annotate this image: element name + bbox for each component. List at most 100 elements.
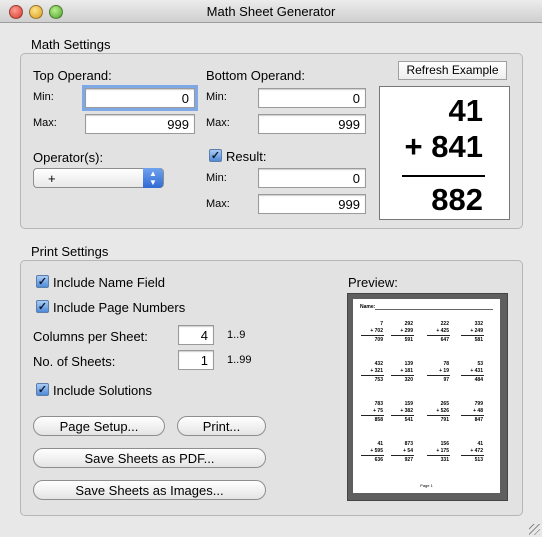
preview-problem-answer: 753	[374, 377, 383, 383]
bottom-max-field[interactable]: 999	[258, 114, 366, 134]
preview-problem-divider	[427, 335, 450, 336]
result-min-label: Min:	[206, 172, 227, 184]
preview-problem-bottom: + 526	[436, 408, 449, 414]
preview-problem-divider	[361, 335, 384, 336]
operator-label: Operator(s):	[33, 150, 104, 165]
window-title: Math Sheet Generator	[206, 4, 336, 19]
result-max-field[interactable]: 999	[258, 194, 366, 214]
top-min-label: Min:	[33, 91, 54, 103]
example-divider	[402, 175, 485, 177]
print-settings-title: Print Settings	[31, 244, 109, 259]
sheets-field[interactable]: 1	[178, 350, 214, 370]
save-images-button[interactable]: Save Sheets as Images...	[33, 480, 266, 500]
bottom-min-label: Min:	[206, 91, 227, 103]
preview-problem-bottom: + 75	[373, 408, 383, 414]
preview-problem-divider	[427, 415, 450, 416]
preview-problem-divider	[461, 335, 484, 336]
preview-problem-answer: 847	[474, 417, 483, 423]
columns-field[interactable]: 4	[178, 325, 214, 345]
preview-problem-divider	[427, 455, 450, 456]
include-solutions-checkbox[interactable]: ✓	[36, 383, 49, 396]
page-setup-button[interactable]: Page Setup...	[33, 416, 165, 436]
preview-problem-divider	[427, 375, 450, 376]
preview-problem-bottom: + 321	[370, 368, 383, 374]
print-button[interactable]: Print...	[177, 416, 266, 436]
preview-problem-bottom: + 595	[370, 448, 383, 454]
preview-problem-divider	[461, 455, 484, 456]
preview-problem-divider	[461, 415, 484, 416]
preview-name-label: Name:	[360, 304, 376, 310]
top-operand-label: Top Operand:	[33, 68, 112, 83]
preview-problem-answer: 591	[404, 337, 413, 343]
preview-problem-divider	[391, 415, 414, 416]
include-page-numbers-checkbox[interactable]: ✓	[36, 300, 49, 313]
preview-problem-bottom: + 181	[400, 368, 413, 374]
popup-arrows-icon: ▲ ▼	[143, 168, 163, 188]
preview-problem-top: 41	[377, 441, 383, 447]
sheets-label: No. of Sheets:	[33, 354, 116, 369]
example-bottom-operand: + 841	[404, 129, 483, 164]
columns-range: 1..9	[227, 329, 246, 341]
preview-problem-answer: 709	[374, 337, 383, 343]
include-name-field-label: Include Name Field	[53, 275, 165, 290]
preview-problem-top: 222	[440, 321, 449, 327]
preview-problem-top: 159	[404, 401, 413, 407]
preview-problem-divider	[361, 415, 384, 416]
preview-problem-divider	[391, 335, 414, 336]
operator-popup[interactable]: + ▲ ▼	[33, 168, 164, 188]
preview-problem-bottom: + 249	[470, 328, 483, 334]
preview-problem-bottom: + 299	[400, 328, 413, 334]
preview-problem-top: 783	[374, 401, 383, 407]
example-answer: 882	[431, 182, 483, 217]
preview-problem-top: 41	[477, 441, 483, 447]
preview-problem-answer: 97	[443, 377, 449, 383]
preview-problem-bottom: + 425	[436, 328, 449, 334]
preview-page-number: Page 1	[420, 483, 433, 488]
preview-problem-divider	[361, 375, 384, 376]
preview-problem-bottom: + 472	[470, 448, 483, 454]
preview-problem-top: 139	[404, 361, 413, 367]
preview-problem-bottom: + 19	[439, 368, 449, 374]
result-max-label: Max:	[206, 198, 230, 210]
preview-problem-answer: 927	[404, 457, 413, 463]
preview-page: Name: 7 + 702 709 292 + 299 591 222 + 425 647 332…	[353, 299, 500, 493]
preview-name-line	[375, 309, 493, 310]
preview-problem-divider	[361, 455, 384, 456]
preview-problem-bottom: + 431	[470, 368, 483, 374]
bottom-min-field[interactable]: 0	[258, 88, 366, 108]
preview-problem-answer: 320	[404, 377, 413, 383]
include-name-field-checkbox[interactable]: ✓	[36, 275, 49, 288]
refresh-example-button[interactable]: Refresh Example	[398, 61, 507, 80]
preview-problem-divider	[461, 375, 484, 376]
preview-problem-answer: 484	[474, 377, 483, 383]
result-checkbox[interactable]: ✓	[209, 149, 222, 162]
title-bar: Math Sheet Generator	[0, 0, 542, 23]
columns-label: Columns per Sheet:	[33, 329, 148, 344]
preview-problem-answer: 581	[474, 337, 483, 343]
preview-problem-answer: 541	[404, 417, 413, 423]
preview-problem-top: 78	[443, 361, 449, 367]
preview-problem-divider	[391, 455, 414, 456]
top-min-field[interactable]: 0	[82, 85, 198, 111]
example-problem: 41 + 841 882	[379, 86, 510, 220]
preview-problem-top: 432	[374, 361, 383, 367]
resize-grip-icon[interactable]	[529, 524, 540, 535]
preview-problem-bottom: + 702	[370, 328, 383, 334]
preview-problem-top: 873	[404, 441, 413, 447]
preview-problem-answer: 647	[440, 337, 449, 343]
bottom-max-label: Max:	[206, 117, 230, 129]
save-pdf-button[interactable]: Save Sheets as PDF...	[33, 448, 266, 468]
result-min-field[interactable]: 0	[258, 168, 366, 188]
bottom-operand-label: Bottom Operand:	[206, 68, 305, 83]
include-solutions-label: Include Solutions	[53, 383, 153, 398]
preview-problem-bottom: + 175	[436, 448, 449, 454]
top-max-label: Max:	[33, 117, 57, 129]
top-max-field[interactable]: 999	[85, 114, 195, 134]
preview-problem-top: 7	[380, 321, 383, 327]
preview-label: Preview:	[348, 275, 398, 290]
operator-selected: +	[48, 171, 56, 186]
sheets-range: 1..99	[227, 354, 252, 366]
preview-problem-answer: 858	[374, 417, 383, 423]
preview-problem-top: 265	[440, 401, 449, 407]
preview-problem-top: 332	[474, 321, 483, 327]
